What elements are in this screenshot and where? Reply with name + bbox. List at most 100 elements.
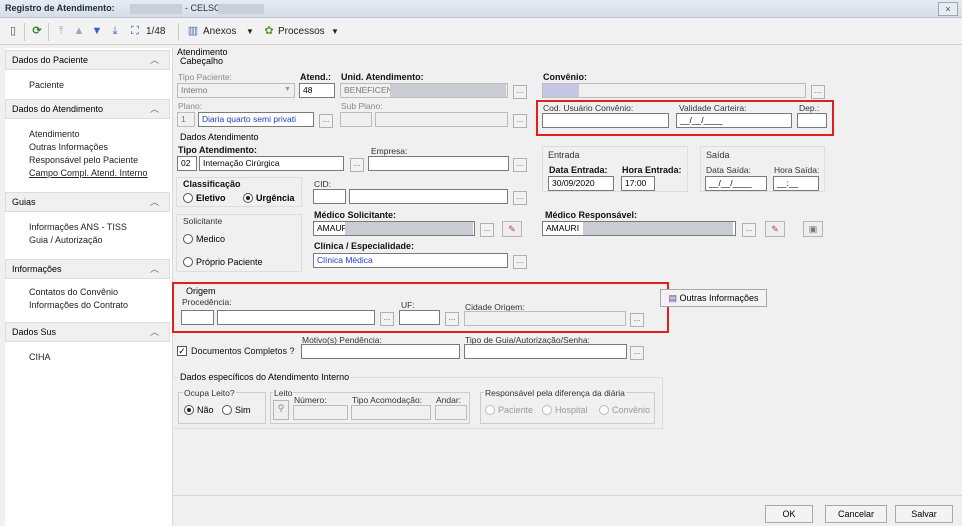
sidebar-item-atendimento[interactable]: Atendimento [29,129,80,139]
empresa-field[interactable] [368,156,509,171]
attachment-icon[interactable]: ▥ [186,24,200,38]
uf-lookup-button[interactable]: ... [445,312,459,326]
first-record-icon[interactable]: ⤒ [54,24,68,38]
cid-field[interactable] [349,189,508,204]
cod-usuario-field[interactable] [542,113,669,128]
radio-circle-selected[interactable] [184,405,194,415]
radio-circle[interactable] [485,405,495,415]
procedencia-code-field[interactable] [181,310,214,325]
last-record-icon[interactable]: ⤓ [108,24,122,38]
medico-solicitante-lookup-button[interactable]: ... [480,223,494,237]
close-button[interactable]: × [938,2,958,16]
tipo-atendimento-code[interactable]: 02 [177,156,197,171]
sidebar-item-ciha[interactable]: CIHA [29,352,51,362]
sidebar-section-dados-atendimento[interactable]: Dados do Atendimento ︿ [5,99,170,119]
radio-proprio-paciente[interactable]: Próprio Paciente [183,257,263,267]
anexos-menu[interactable]: Anexos [203,24,236,40]
radio-circle[interactable] [183,234,193,244]
cid-code-field[interactable] [313,189,346,204]
radio-circle[interactable] [599,405,609,415]
tipo-atendimento-lookup-button[interactable]: ... [350,158,364,172]
new-document-icon[interactable]: ▯ [6,24,20,38]
radio-resp-hospital[interactable]: Hospital [542,405,588,415]
chevron-down-icon[interactable]: ▼ [331,24,339,40]
cidade-lookup-button[interactable]: ... [630,313,644,327]
subplano-code-field[interactable] [340,112,372,127]
tipo-guia-field[interactable] [464,344,627,359]
plano-field[interactable]: Diaria quarto semi privati [198,112,314,127]
data-entrada-field[interactable]: 30/09/2020 [548,176,614,191]
convenio-field[interactable] [542,83,806,98]
hora-saida-field[interactable]: __:__ [773,176,819,191]
processos-menu[interactable]: Processos [278,24,325,40]
radio-resp-convenio[interactable]: Convênio [599,405,650,415]
uf-field[interactable] [399,310,440,325]
data-saida-field[interactable]: __/__/____ [705,176,767,191]
bed-icon[interactable]: ⚲ [273,400,289,420]
radio-circle-selected[interactable] [243,193,253,203]
procedencia-field[interactable] [217,310,375,325]
cid-lookup-button[interactable]: ... [513,191,527,205]
sidebar-item-guia-autorizacao[interactable]: Guia / Autorização [29,235,103,245]
radio-eletivo[interactable]: Eletivo [183,193,226,203]
refresh-icon[interactable]: ⟳ [30,24,44,38]
medico-responsavel-lookup-button[interactable]: ... [742,223,756,237]
sidebar-section-guias[interactable]: Guias ︿ [5,192,170,212]
previous-record-icon[interactable]: ▲ [72,24,86,38]
chevron-up-icon[interactable]: ︿ [150,193,159,211]
dep-field[interactable] [797,113,827,128]
clinica-lookup-button[interactable]: ... [513,255,527,269]
validade-field[interactable]: __/__/____ [676,113,792,128]
tipo-guia-lookup-button[interactable]: ... [630,346,644,360]
salvar-button[interactable]: Salvar [895,505,953,523]
chevron-up-icon[interactable]: ︿ [150,323,159,341]
procedencia-lookup-button[interactable]: ... [380,312,394,326]
radio-nao[interactable]: Não [184,405,214,415]
clinica-field[interactable]: Clínica Médica [313,253,508,268]
edit-doctor-icon[interactable]: ✎ [502,221,522,237]
radio-circle[interactable] [222,405,232,415]
chevron-up-icon[interactable]: ︿ [150,260,159,278]
chevron-down-icon[interactable]: ▼ [246,24,254,40]
radio-circle[interactable] [542,405,552,415]
binoculars-icon[interactable]: ⛶ [128,24,142,38]
ok-button[interactable]: OK [765,505,813,523]
radio-circle[interactable] [183,193,193,203]
sidebar-section-dados-paciente[interactable]: Dados do Paciente ︿ [5,50,170,70]
documentos-checkbox[interactable]: ✓ [177,346,187,356]
chevron-up-icon[interactable]: ︿ [150,51,159,69]
sidebar-item-contatos-convenio[interactable]: Contatos do Convênio [29,287,118,297]
hora-entrada-field[interactable]: 17:00 [621,176,655,191]
processes-icon[interactable]: ✿ [262,24,276,38]
motivos-field[interactable] [301,344,460,359]
sidebar-item-ans-tiss[interactable]: Informações ANS - TISS [29,222,127,232]
cancelar-button[interactable]: Cancelar [825,505,887,523]
radio-circle[interactable] [183,257,193,267]
convenio-lookup-button[interactable]: ... [811,85,825,99]
sidebar-section-dados-sus[interactable]: Dados Sus ︿ [5,322,170,342]
empresa-lookup-button[interactable]: ... [513,158,527,172]
edit-doctor-icon[interactable]: ✎ [765,221,785,237]
radio-urgencia[interactable]: Urgência [243,193,295,203]
plano-code-field[interactable]: 1 [177,112,195,127]
chevron-up-icon[interactable]: ︿ [150,100,159,118]
unid-lookup-button[interactable]: ... [513,85,527,99]
sidebar-section-informacoes[interactable]: Informações ︿ [5,259,170,279]
atend-field[interactable]: 48 [299,83,335,98]
sidebar-item-informacoes-contrato[interactable]: Informações do Contrato [29,300,128,310]
sidebar-item-outras-informacoes[interactable]: Outras Informações [29,142,108,152]
radio-sim[interactable]: Sim [222,405,251,415]
plano-lookup-button[interactable]: ... [319,114,333,128]
tipo-atendimento-field[interactable]: Internação Cirúrgica [199,156,344,171]
cidade-origem-field[interactable] [464,311,626,326]
next-record-icon[interactable]: ▼ [90,24,104,38]
radio-resp-paciente[interactable]: Paciente [485,405,533,415]
sidebar-item-campo-compl[interactable]: Campo Compl. Atend. Interno [29,168,148,178]
subplano-lookup-button[interactable]: ... [513,114,527,128]
sidebar-item-paciente[interactable]: Paciente [29,80,64,90]
sidebar-item-responsavel[interactable]: Responsável pelo Paciente [29,155,138,165]
tipo-paciente-select[interactable]: Interno [177,83,295,98]
outras-informacoes-button[interactable]: ▤ Outras Informações [660,289,767,307]
doctor-info-icon[interactable]: ▣ [803,221,823,237]
subplano-field[interactable] [375,112,508,127]
